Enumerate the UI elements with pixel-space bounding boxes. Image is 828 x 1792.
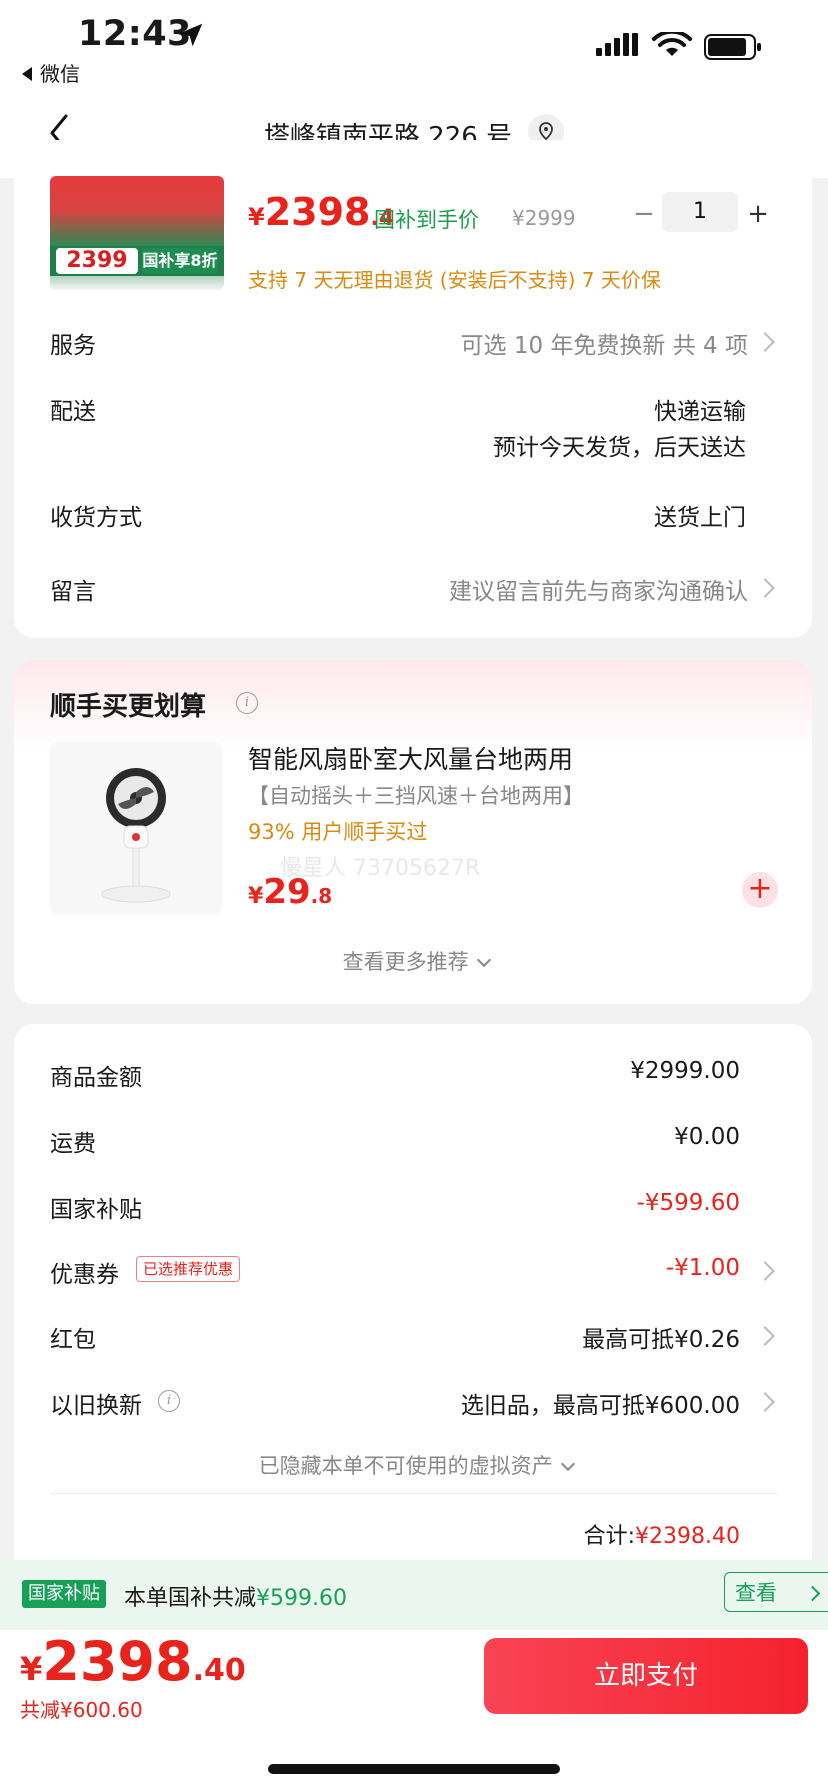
pay-now-button[interactable]: 立即支付 (484, 1638, 808, 1714)
bottom-yen: ¥ (20, 1650, 43, 1688)
home-indicator[interactable] (268, 1764, 560, 1774)
bottom-total-price: ¥2398.40 (20, 1630, 246, 1693)
return-policy-note: 支持 7 天无理由退货 (安装后不支持) 7 天价保 (248, 268, 661, 292)
subsidy-text: 本单国补共减 (124, 1586, 257, 1611)
product-price: ¥2398.4 (248, 190, 394, 234)
product-image[interactable]: 2399 国补享8折 (50, 176, 224, 290)
view-subsidy-label: 查看 (735, 1581, 777, 1605)
receive-method-value: 送货上门 (654, 505, 746, 531)
back-to-wechat[interactable]: 微信 (22, 58, 80, 87)
wifi-icon (652, 32, 692, 56)
coupon-selected-tag: 已选推荐优惠 (136, 1256, 241, 1282)
fan-product-price: ¥29.8 (248, 872, 332, 912)
price-summary-card (14, 1024, 812, 1564)
more-recommendations-link[interactable]: 查看更多推荐 (0, 946, 828, 976)
red-packet-value[interactable]: 最高可抵¥0.26 (440, 1320, 740, 1354)
service-value[interactable]: 可选 10 年免费换新 共 4 项 (340, 326, 748, 360)
fan-product-image[interactable] (50, 742, 222, 914)
fan-price-dec: .8 (310, 884, 333, 908)
shipping-value: ¥0.00 (674, 1124, 740, 1150)
total-row: 合计:¥2398.40 (400, 1518, 740, 1550)
battery-icon (704, 34, 761, 60)
chevron-down-icon (477, 952, 492, 968)
delivery-label: 配送 (50, 399, 96, 425)
quantity-input[interactable]: 1 (662, 192, 738, 232)
message-label: 留言 (50, 579, 96, 605)
fan-price-yen: ¥ (248, 884, 264, 909)
goods-amount-label: 商品金额 (50, 1065, 142, 1091)
info-icon[interactable]: i (236, 692, 258, 714)
message-input[interactable]: 建议留言前先与商家沟通确认 (340, 572, 748, 606)
chevron-right-icon (804, 1585, 821, 1602)
gov-price-label: 国补到手价 (374, 208, 479, 232)
gov-subsidy-label: 国家补贴 (50, 1197, 142, 1223)
fan-buy-rate: 93% 用户顺手买过 (248, 820, 428, 844)
coupon-label: 优惠券 (50, 1262, 119, 1288)
divider (50, 1493, 778, 1494)
total-label: 合计: (583, 1524, 636, 1549)
trade-in-value[interactable]: 选旧品，最高可抵¥600.00 (400, 1386, 740, 1420)
total-reduction: 共减¥600.60 (20, 1698, 143, 1722)
delivery-method: 快递运输 (654, 399, 746, 425)
coupon-value[interactable]: -¥1.00 (440, 1255, 740, 1281)
delivery-eta: 预计今天发货，后天送达 (493, 435, 746, 461)
total-value: ¥2398.40 (635, 1524, 740, 1549)
fan-product-name[interactable]: 智能风扇卧室大风量台地两用 (248, 740, 573, 776)
hidden-assets-toggle[interactable]: 已隐藏本单不可使用的虚拟资产 (0, 1450, 828, 1480)
gov-subsidy-value: -¥599.60 (636, 1190, 740, 1216)
add-to-order-button[interactable]: + (742, 872, 778, 908)
trade-in-label: 以旧换新 (50, 1393, 142, 1419)
subsidy-summary: 本单国补共减¥599.60 (124, 1580, 347, 1612)
fan-illustration (101, 768, 171, 903)
quantity-minus-button[interactable]: − (626, 196, 662, 232)
gov-subsidy-tag: 国家补贴 (22, 1580, 106, 1608)
hidden-assets-label: 已隐藏本单不可使用的虚拟资产 (258, 1454, 553, 1478)
quantity-plus-button[interactable]: + (740, 196, 776, 232)
back-app-label: 微信 (40, 62, 80, 86)
view-subsidy-button[interactable]: 查看 (724, 1572, 828, 1612)
original-price: ¥2999 (512, 206, 576, 230)
receive-method-label: 收货方式 (50, 505, 142, 531)
price-yen: ¥ (248, 203, 265, 231)
product-image-price-tag: 2399 (56, 248, 138, 274)
product-image-subsidy-tag: 国补享8折 (142, 248, 218, 274)
cellular-signal-icon (596, 33, 638, 56)
goods-amount-value: ¥2999.00 (630, 1058, 740, 1084)
red-packet-label: 红包 (50, 1327, 96, 1353)
more-recommendations-label: 查看更多推荐 (342, 950, 469, 974)
subsidy-amount: ¥599.60 (256, 1586, 347, 1611)
service-label: 服务 (50, 333, 96, 359)
status-time: 12:43 (78, 14, 192, 54)
bottom-price-dec: .40 (192, 1653, 246, 1688)
price-int: 2398 (264, 190, 371, 234)
location-arrow-icon (179, 23, 203, 47)
chevron-down-icon (561, 1456, 576, 1472)
info-icon[interactable]: i (158, 1390, 180, 1412)
recommend-title: 顺手买更划算 (50, 692, 207, 722)
fan-price-int: 29 (263, 872, 311, 912)
bottom-price-int: 2398 (42, 1630, 193, 1693)
fan-product-subtitle: 【自动摇头＋三挡风速＋台地两用】 (248, 784, 584, 808)
back-triangle-icon (22, 66, 32, 81)
shipping-label: 运费 (50, 1131, 96, 1157)
